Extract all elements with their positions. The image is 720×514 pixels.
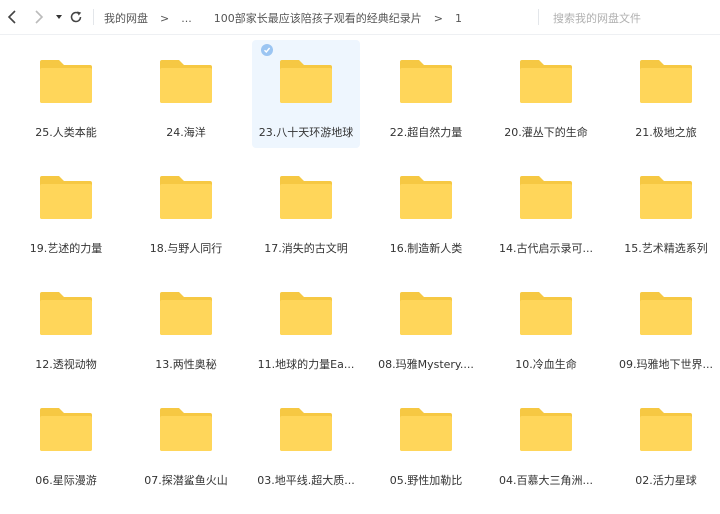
breadcrumb-root[interactable]: 我的网盘	[104, 10, 148, 26]
chevron-right-icon	[35, 10, 44, 24]
folder-icon	[40, 176, 92, 219]
folder-icon	[520, 176, 572, 219]
folder-icon	[160, 176, 212, 219]
folder-label: 12.透视动物	[35, 358, 97, 371]
folder-icon	[640, 176, 692, 219]
folder-item[interactable]: 19.艺述的力量	[12, 156, 120, 264]
toolbar: 我的网盘 > ... 100部家长最应该陪孩子观看的经典纪录片 > 1	[0, 0, 720, 34]
folder-icon	[400, 408, 452, 451]
search-box[interactable]	[553, 9, 703, 27]
folder-label: 08.玛雅Mystery....	[378, 358, 474, 371]
folder-item[interactable]: 04.百慕大三角洲...	[492, 388, 600, 496]
folder-item[interactable]: 24.海洋	[132, 40, 240, 148]
folder-label: 07.探潜鲨鱼火山	[144, 474, 228, 487]
folder-item[interactable]: 12.透视动物	[12, 272, 120, 380]
folder-icon	[280, 176, 332, 219]
breadcrumb-separator: >	[160, 11, 170, 25]
folder-label: 06.星际漫游	[35, 474, 97, 487]
refresh-button[interactable]	[66, 7, 86, 27]
refresh-icon	[70, 11, 82, 23]
folder-item[interactable]: 14.古代启示录可...	[492, 156, 600, 264]
folder-icon	[280, 292, 332, 335]
back-button[interactable]	[3, 7, 23, 27]
folder-icon	[40, 292, 92, 335]
folder-icon	[160, 408, 212, 451]
checkmark-icon[interactable]	[261, 44, 273, 56]
folder-label: 19.艺述的力量	[29, 242, 103, 255]
folder-label: 20.灌丛下的生命	[504, 126, 588, 139]
folder-icon	[160, 60, 212, 103]
folder-item[interactable]: 09.玛雅地下世界...	[612, 272, 720, 380]
folder-label: 23.八十天环游地球	[258, 126, 354, 139]
folder-label: 04.百慕大三角洲...	[499, 474, 593, 487]
folder-label: 09.玛雅地下世界...	[619, 358, 713, 371]
toolbar-divider	[93, 9, 94, 25]
folder-label: 17.消失的古文明	[264, 242, 348, 255]
search-input[interactable]	[553, 11, 693, 25]
folder-item[interactable]: 02.活力星球	[612, 388, 720, 496]
breadcrumb-separator: >	[433, 11, 443, 25]
folder-icon	[520, 408, 572, 451]
folder-label: 14.古代启示录可...	[499, 242, 593, 255]
folder-item[interactable]: 21.极地之旅	[612, 40, 720, 148]
folder-label: 25.人类本能	[35, 126, 97, 139]
folder-label: 13.两性奥秘	[155, 358, 217, 371]
folder-icon	[640, 292, 692, 335]
folder-item[interactable]: 15.艺术精选系列	[612, 156, 720, 264]
folder-item[interactable]: 22.超自然力量	[372, 40, 480, 148]
folder-label: 16.制造新人类	[389, 242, 463, 255]
folder-icon	[40, 60, 92, 103]
folder-grid: 25.人类本能 24.海洋 23.八十天环游地球 22.超自然力量 20.灌丛下…	[9, 40, 720, 504]
folder-item[interactable]: 10.冷血生命	[492, 272, 600, 380]
folder-item[interactable]: 07.探潜鲨鱼火山	[132, 388, 240, 496]
folder-label: 03.地平线.超大质...	[257, 474, 355, 487]
breadcrumb-current: 1	[454, 11, 462, 25]
folder-item[interactable]: 18.与野人同行	[132, 156, 240, 264]
folder-icon	[400, 176, 452, 219]
folder-label: 18.与野人同行	[149, 242, 223, 255]
folder-label: 11.地球的力量Ea...	[257, 358, 355, 371]
forward-button[interactable]	[28, 7, 48, 27]
folder-icon	[400, 292, 452, 335]
folder-item[interactable]: 11.地球的力量Ea...	[252, 272, 360, 380]
folder-label: 22.超自然力量	[389, 126, 463, 139]
folder-item[interactable]: 03.地平线.超大质...	[252, 388, 360, 496]
folder-icon	[640, 408, 692, 451]
folder-item[interactable]: 16.制造新人类	[372, 156, 480, 264]
folder-icon	[640, 60, 692, 103]
folder-item[interactable]: 05.野性加勒比	[372, 388, 480, 496]
folder-item-selected[interactable]: 23.八十天环游地球	[252, 40, 360, 148]
toolbar-divider-line	[0, 34, 720, 35]
folder-icon	[160, 292, 212, 335]
folder-label: 05.野性加勒比	[389, 474, 463, 487]
toolbar-divider	[538, 9, 539, 25]
folder-label: 24.海洋	[166, 126, 206, 139]
folder-icon	[400, 60, 452, 103]
folder-item[interactable]: 25.人类本能	[12, 40, 120, 148]
folder-item[interactable]: 06.星际漫游	[12, 388, 120, 496]
caret-down-icon	[56, 15, 62, 19]
folder-item[interactable]: 13.两性奥秘	[132, 272, 240, 380]
folder-label: 02.活力星球	[635, 474, 697, 487]
chevron-left-icon	[7, 10, 16, 24]
breadcrumb: 我的网盘 > ... 100部家长最应该陪孩子观看的经典纪录片 > 1	[104, 9, 462, 27]
folder-icon	[280, 408, 332, 451]
folder-icon	[280, 60, 332, 103]
breadcrumb-ellipsis[interactable]: ...	[181, 12, 192, 25]
breadcrumb-parent[interactable]: 100部家长最应该陪孩子观看的经典纪录片	[214, 10, 422, 26]
folder-item[interactable]: 17.消失的古文明	[252, 156, 360, 264]
folder-label: 15.艺术精选系列	[624, 242, 708, 255]
folder-icon	[520, 60, 572, 103]
folder-label: 10.冷血生命	[515, 358, 577, 371]
folder-icon	[40, 408, 92, 451]
folder-item[interactable]: 08.玛雅Mystery....	[372, 272, 480, 380]
folder-icon	[520, 292, 572, 335]
folder-label: 21.极地之旅	[635, 126, 697, 139]
folder-item[interactable]: 20.灌丛下的生命	[492, 40, 600, 148]
